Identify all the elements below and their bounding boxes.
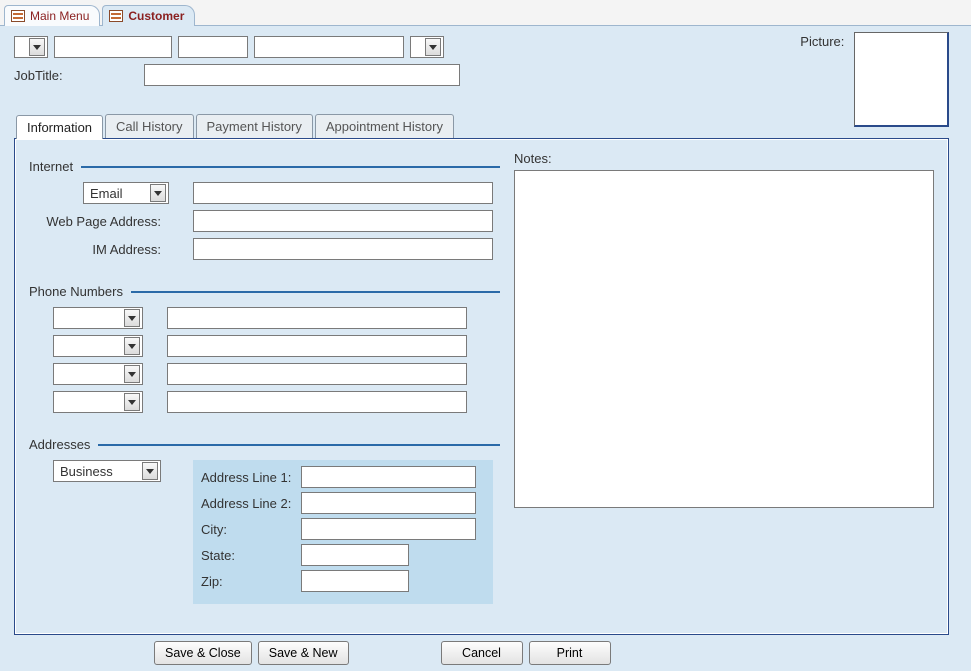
addr-line2-input[interactable] [301, 492, 476, 514]
group-divider [131, 291, 500, 293]
phone-type-dropdown[interactable] [53, 335, 143, 357]
chevron-down-icon [124, 393, 140, 411]
group-divider [81, 166, 500, 168]
phone-type-dropdown[interactable] [53, 307, 143, 329]
chevron-down-icon [142, 462, 158, 480]
group-addresses: Addresses Business [29, 427, 500, 604]
chevron-down-icon [124, 337, 140, 355]
addr-city-input[interactable] [301, 518, 476, 540]
phone-input[interactable] [167, 391, 467, 413]
jobtitle-label: JobTitle: [14, 68, 134, 83]
im-label: IM Address: [29, 242, 169, 257]
address-type-value: Business [60, 464, 113, 479]
notes-section: Notes: [514, 149, 934, 618]
jobtitle-input[interactable] [144, 64, 460, 86]
addr-line1-input[interactable] [301, 466, 476, 488]
addr-line2-label: Address Line 2: [201, 496, 301, 511]
suffix-dropdown[interactable] [410, 36, 444, 58]
notes-label: Notes: [514, 151, 934, 166]
form-icon [11, 10, 25, 22]
phone-input[interactable] [167, 335, 467, 357]
email-type-value: Email [90, 186, 123, 201]
doc-tab-customer[interactable]: Customer [102, 5, 195, 26]
group-label: Addresses [29, 437, 90, 452]
addr-state-input[interactable] [301, 544, 409, 566]
cancel-button[interactable]: Cancel [441, 641, 523, 665]
addr-city-label: City: [201, 522, 301, 537]
phone-input[interactable] [167, 307, 467, 329]
addr-zip-label: Zip: [201, 574, 301, 589]
chevron-down-icon [29, 38, 45, 56]
addr-zip-input[interactable] [301, 570, 409, 592]
form-icon [109, 10, 123, 22]
tab-information[interactable]: Information [16, 115, 103, 139]
doc-tab-label: Customer [128, 9, 184, 23]
phone-type-dropdown[interactable] [53, 391, 143, 413]
picture-box[interactable] [854, 32, 949, 127]
customer-form: Picture: JobTitle: Information Call Hist… [0, 26, 971, 671]
webpage-label: Web Page Address: [29, 214, 169, 229]
tab-panel-information: Internet Email [14, 138, 949, 635]
group-phone: Phone Numbers [29, 274, 500, 413]
chevron-down-icon [124, 365, 140, 383]
tab-call-history[interactable]: Call History [105, 114, 193, 138]
address-subform: Address Line 1: Address Line 2: City: [193, 460, 493, 604]
email-input[interactable] [193, 182, 493, 204]
chevron-down-icon [425, 38, 441, 56]
webpage-input[interactable] [193, 210, 493, 232]
phone-input[interactable] [167, 363, 467, 385]
email-type-dropdown[interactable]: Email [83, 182, 169, 204]
tab-appointment-history[interactable]: Appointment History [315, 114, 454, 138]
address-type-dropdown[interactable]: Business [53, 460, 161, 482]
last-name-input[interactable] [254, 36, 404, 58]
addr-line1-label: Address Line 1: [201, 470, 301, 485]
print-button[interactable]: Print [529, 641, 611, 665]
chevron-down-icon [124, 309, 140, 327]
detail-tabcontrol: Information Call History Payment History… [14, 114, 957, 635]
tab-payment-history[interactable]: Payment History [196, 114, 313, 138]
middle-name-input[interactable] [178, 36, 248, 58]
save-close-button[interactable]: Save & Close [154, 641, 252, 665]
first-name-input[interactable] [54, 36, 172, 58]
group-label: Phone Numbers [29, 284, 123, 299]
chevron-down-icon [150, 184, 166, 202]
document-tabstrip: Main Menu Customer [0, 0, 971, 26]
save-new-button[interactable]: Save & New [258, 641, 349, 665]
button-bar: Save & Close Save & New Cancel Print [14, 635, 957, 665]
prefix-dropdown[interactable] [14, 36, 48, 58]
addr-state-label: State: [201, 548, 301, 563]
doc-tab-main-menu[interactable]: Main Menu [4, 5, 100, 26]
doc-tab-label: Main Menu [30, 9, 89, 23]
picture-label: Picture: [800, 34, 844, 49]
phone-type-dropdown[interactable] [53, 363, 143, 385]
group-divider [98, 444, 500, 446]
notes-textarea[interactable] [514, 170, 934, 508]
group-internet: Internet Email [29, 149, 500, 260]
im-input[interactable] [193, 238, 493, 260]
picture-section: Picture: [800, 32, 949, 130]
group-label: Internet [29, 159, 73, 174]
